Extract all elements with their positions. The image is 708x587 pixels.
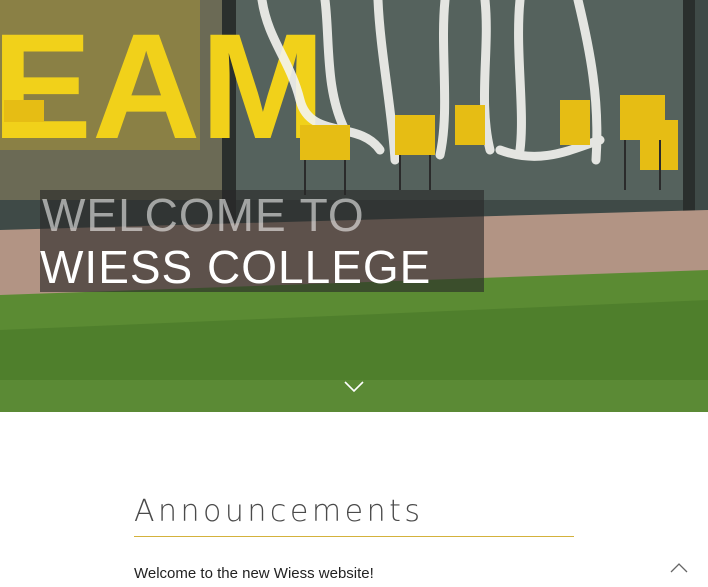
chevron-up-icon[interactable]: [668, 560, 690, 576]
announcement-item[interactable]: Welcome to the new Wiess website!: [134, 565, 374, 582]
hero-heading-line1: WELCOME TO: [42, 189, 365, 241]
heading-divider: [134, 536, 574, 537]
hero-section: EAM WELCOME TO WIESS COLLEGE: [0, 0, 708, 412]
hero-heading-line2: WIESS COLLEGE: [40, 241, 432, 293]
announcements-heading: Announcements: [134, 494, 424, 529]
banner-text: EAM: [0, 2, 325, 170]
chevron-down-icon[interactable]: [343, 380, 365, 394]
